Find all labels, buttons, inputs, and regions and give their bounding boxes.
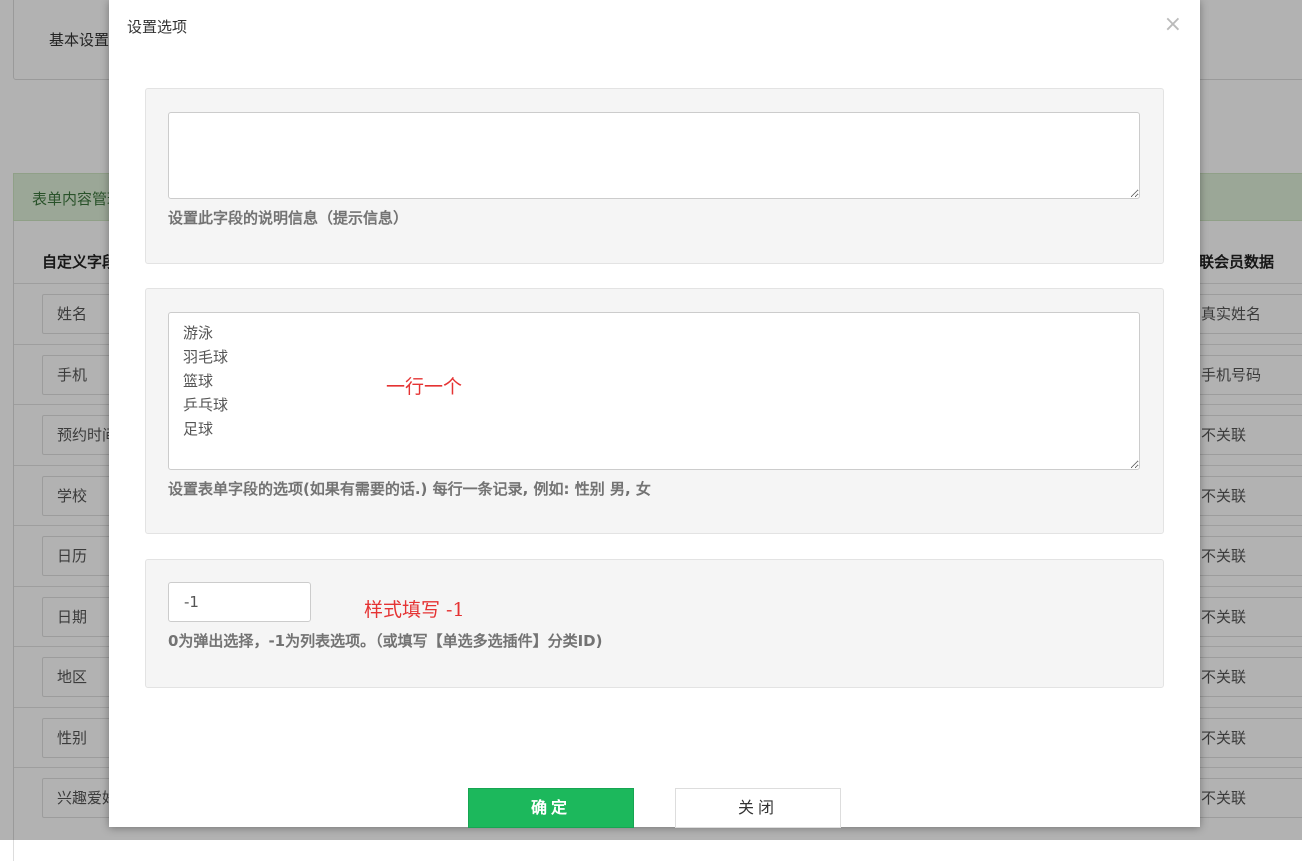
close-button[interactable]: 关闭	[675, 788, 841, 828]
options-help: 设置表单字段的选项(如果有需要的话.) 每行一条记录, 例如: 性别 男, 女	[168, 480, 651, 498]
style-help: 0为弹出选择，-1为列表选项。（或填写【单选多选插件】分类ID)	[168, 632, 603, 650]
style-panel: 样式填写 -1 0为弹出选择，-1为列表选项。（或填写【单选多选插件】分类ID)	[145, 559, 1164, 688]
close-icon[interactable]: ×	[1164, 12, 1182, 38]
options-textarea[interactable]	[168, 312, 1140, 470]
options-annotation: 一行一个	[386, 376, 463, 398]
description-textarea[interactable]	[168, 112, 1140, 199]
description-help: 设置此字段的说明信息（提示信息）	[168, 209, 409, 227]
options-dialog: 设置选项 × 设置此字段的说明信息（提示信息） 一行一个 设置表单字段的选项(如…	[109, 0, 1200, 828]
description-panel: 设置此字段的说明信息（提示信息）	[145, 88, 1164, 264]
style-input[interactable]	[168, 582, 311, 622]
style-annotation: 样式填写 -1	[364, 599, 465, 621]
options-panel: 一行一个 设置表单字段的选项(如果有需要的话.) 每行一条记录, 例如: 性别 …	[145, 288, 1164, 534]
dialog-title: 设置选项	[127, 18, 188, 36]
confirm-button[interactable]: 确定	[468, 788, 634, 828]
